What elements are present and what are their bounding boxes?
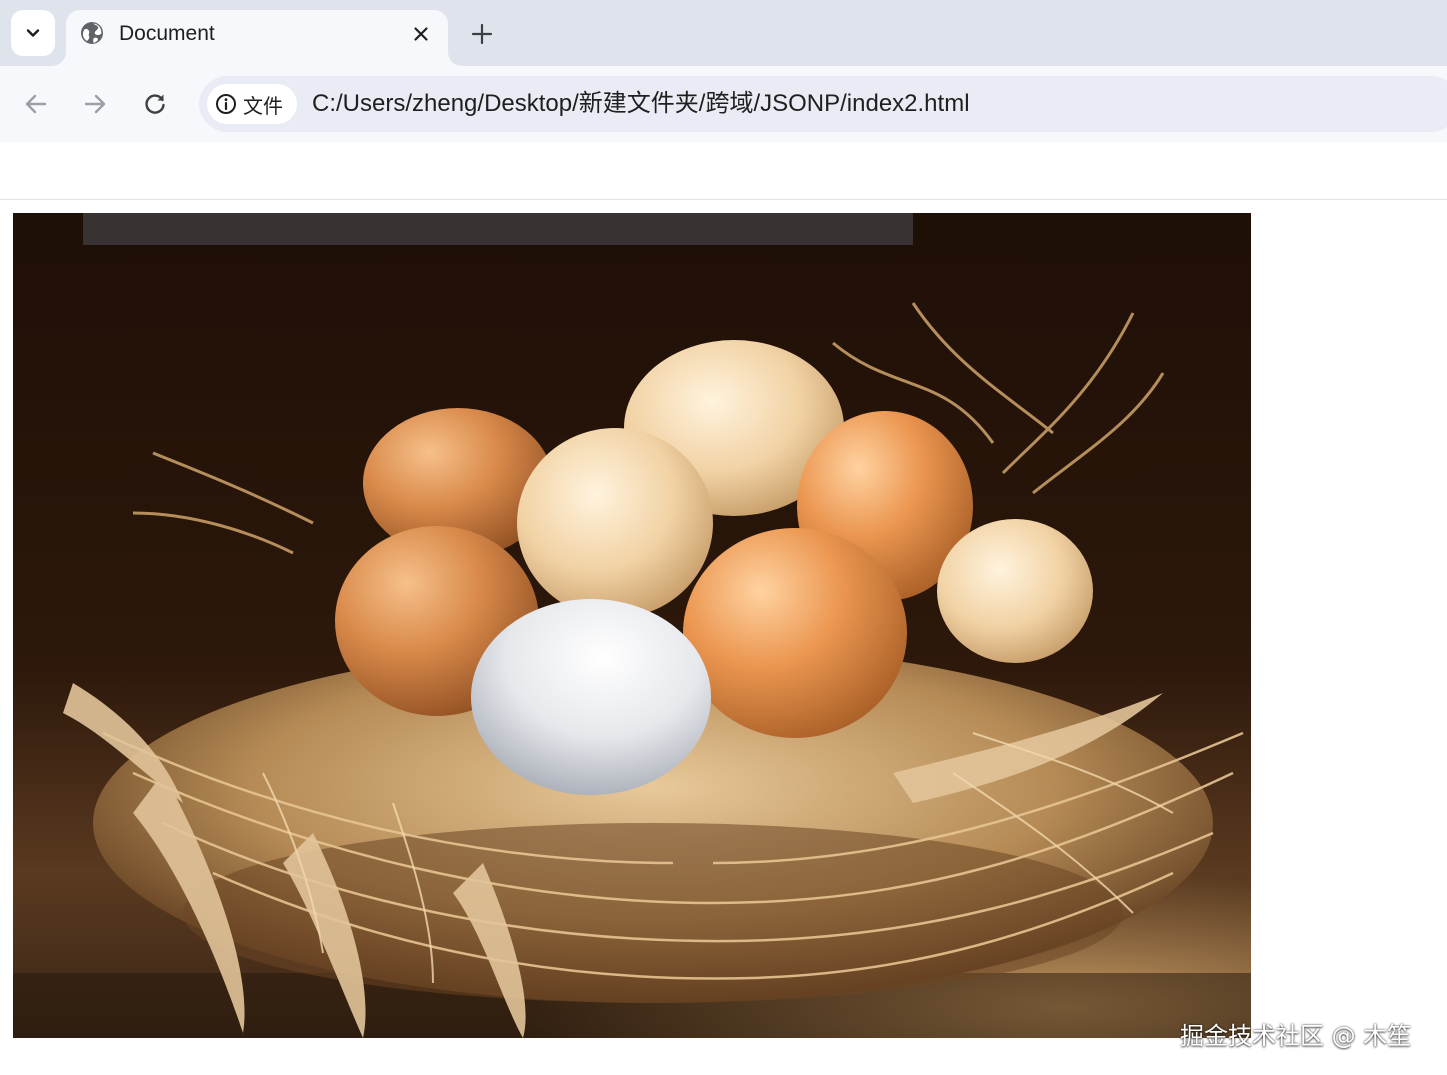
tab-title: Document [119, 22, 215, 45]
tab-search-button[interactable] [11, 10, 55, 56]
reload-button[interactable] [137, 86, 173, 122]
page-content [0, 142, 1447, 1075]
globe-icon [81, 22, 103, 44]
new-tab-button[interactable] [466, 18, 498, 50]
chevron-down-icon [26, 29, 40, 37]
back-button[interactable] [18, 86, 54, 122]
divider [0, 199, 1447, 200]
forward-button[interactable] [77, 86, 113, 122]
tab-strip: Document [0, 0, 1447, 66]
url-text[interactable]: C:/Users/zheng/Desktop/新建文件夹/跨域/JSONP/in… [312, 90, 970, 118]
tab-close-button[interactable] [408, 21, 434, 47]
tab-document[interactable]: Document [66, 10, 448, 66]
address-bar[interactable]: 文件 C:/Users/zheng/Desktop/新建文件夹/跨域/JSONP… [199, 76, 1447, 132]
arrow-left-icon [25, 94, 47, 114]
site-info-chip[interactable]: 文件 [207, 84, 297, 124]
close-icon [414, 27, 428, 41]
security-chip-label: 文件 [243, 95, 283, 118]
plus-icon [471, 23, 493, 45]
browser-toolbar: 文件 C:/Users/zheng/Desktop/新建文件夹/跨域/JSONP… [0, 66, 1447, 142]
watermark: 掘金技术社区 @ 木笙 [1180, 1022, 1412, 1050]
arrow-right-icon [84, 94, 106, 114]
reload-icon [145, 94, 165, 114]
eggs-photo [13, 213, 1251, 1038]
info-icon [216, 94, 236, 114]
